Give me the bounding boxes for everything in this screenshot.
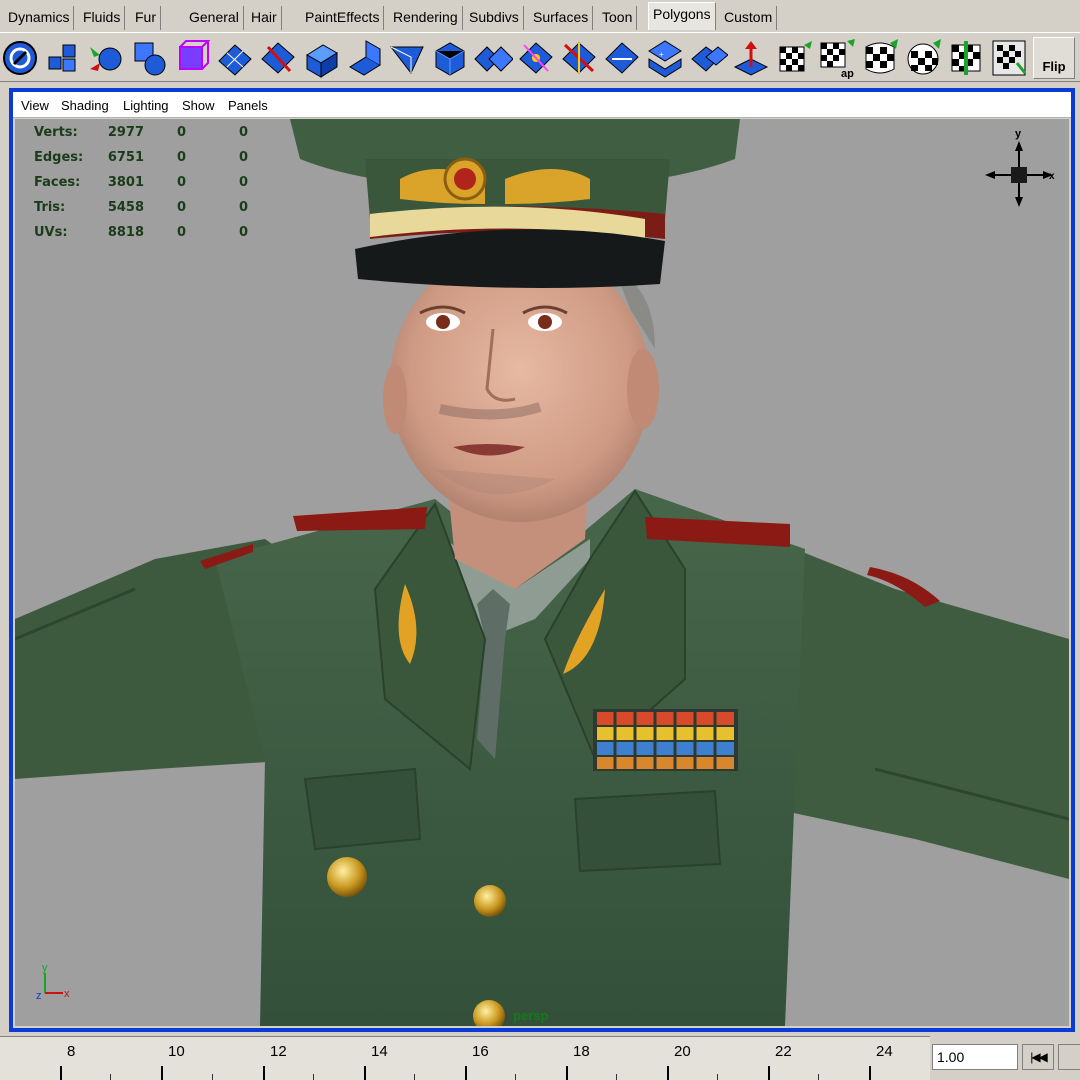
menu-panels[interactable]: Panels: [228, 98, 268, 113]
time-label: 12: [270, 1043, 287, 1060]
hud-uvs-extra: 0: [238, 225, 248, 240]
character-model-render: [15, 119, 1069, 1026]
poly-cube-sphere-icon[interactable]: [129, 37, 169, 79]
flip-button-label: Flip: [1042, 59, 1066, 74]
poly-sphere-arrow-icon[interactable]: [86, 37, 126, 79]
tab-general[interactable]: General: [185, 6, 244, 30]
poly-cut-faces-icon[interactable]: [559, 37, 599, 79]
camera-name-label: persp: [513, 1008, 549, 1023]
menu-show[interactable]: Show: [182, 98, 215, 113]
hud-verts-selected: 0: [176, 125, 186, 140]
svg-text:+: +: [659, 50, 664, 59]
hud-faces-selected: 0: [176, 175, 186, 190]
poly-smooth-icon[interactable]: +: [645, 37, 685, 79]
poly-extrude-icon[interactable]: [301, 37, 341, 79]
tab-polygons[interactable]: Polygons: [648, 2, 716, 30]
hud-faces-value: 3801: [107, 175, 144, 190]
select-tool-icon[interactable]: [0, 37, 40, 79]
uv-checker-arrow-icon[interactable]: [774, 37, 814, 79]
time-label: 16: [472, 1043, 489, 1060]
poly-wire-cube-icon[interactable]: [172, 37, 212, 79]
hud-edges-row: Edges: 6751 0 0: [34, 150, 274, 168]
tab-fur[interactable]: Fur: [131, 6, 161, 30]
shelf-tab-bar: Dynamics Fluids Fur General Hair PaintEf…: [0, 0, 1080, 32]
axis-x-label: x: [64, 988, 70, 1000]
menu-lighting[interactable]: Lighting: [123, 98, 169, 113]
hud-uvs-row: UVs: 8818 0 0: [34, 225, 274, 243]
axis-y-label: y: [42, 962, 48, 974]
hud-label-uvs: UVs:: [34, 225, 68, 240]
tab-toon[interactable]: Toon: [598, 6, 638, 30]
time-label: 10: [168, 1043, 185, 1060]
time-label: 24: [876, 1043, 893, 1060]
hud-tris-value: 5458: [107, 200, 144, 215]
hud-label-edges: Edges:: [34, 150, 84, 165]
time-label: 14: [371, 1043, 388, 1060]
hud-tris-selected: 0: [176, 200, 186, 215]
poly-extrude-edge-icon[interactable]: [344, 37, 384, 79]
poly-subdivide-icon[interactable]: [688, 37, 728, 79]
tab-subdivs[interactable]: Subdivs: [465, 6, 524, 30]
hud-edges-extra: 0: [238, 150, 248, 165]
hud-verts-value: 2977: [107, 125, 144, 140]
hud-uvs-selected: 0: [176, 225, 186, 240]
tool-shelf: + ap Flip: [0, 32, 1080, 82]
tab-custom[interactable]: Custom: [720, 6, 778, 30]
poly-collapse-icon[interactable]: [602, 37, 642, 79]
hud-faces-row: Faces: 3801 0 0: [34, 175, 274, 193]
poly-wedge-icon[interactable]: [387, 37, 427, 79]
poly-bevel-icon[interactable]: [430, 37, 470, 79]
hud-verts-extra: 0: [238, 125, 248, 140]
tab-fluids[interactable]: Fluids: [79, 6, 126, 30]
compass-y-label: y: [1015, 128, 1022, 140]
poly-cube-stack-icon[interactable]: [43, 37, 83, 79]
uv-spherical-icon[interactable]: [903, 37, 943, 79]
tab-surfaces[interactable]: Surfaces: [529, 6, 594, 30]
poly-arrow-up-icon[interactable]: [731, 37, 771, 79]
axis-gizmo-icon: y z x: [36, 962, 70, 1002]
poly-merge-icon[interactable]: [473, 37, 513, 79]
menu-view[interactable]: View: [21, 98, 49, 113]
current-time-field[interactable]: 1.00: [932, 1044, 1018, 1070]
hud-edges-value: 6751: [107, 150, 144, 165]
menu-shading[interactable]: Shading: [61, 98, 109, 113]
poly-wedge-face-icon[interactable]: [516, 37, 556, 79]
step-back-button[interactable]: |◀◀: [1022, 1044, 1054, 1070]
step-back-frame-button[interactable]: [1058, 1044, 1080, 1070]
hud-label-tris: Tris:: [34, 200, 66, 215]
hud-tris-extra: 0: [238, 200, 248, 215]
uv-automatic-icon[interactable]: [946, 37, 986, 79]
tab-rendering[interactable]: Rendering: [389, 6, 463, 30]
uv-map-label: ap: [841, 68, 854, 79]
hud-label-faces: Faces:: [34, 175, 81, 190]
poly-split-icon[interactable]: [258, 37, 298, 79]
time-label: 8: [67, 1043, 76, 1060]
hud-faces-extra: 0: [238, 175, 248, 190]
panel-menu-bar: View Shading Lighting Show Panels: [13, 92, 1071, 118]
hud-edges-selected: 0: [176, 150, 186, 165]
tab-dynamics[interactable]: Dynamics: [4, 6, 75, 30]
time-label: 18: [573, 1043, 590, 1060]
time-label: 22: [775, 1043, 792, 1060]
poly-plane-icon[interactable]: [215, 37, 255, 79]
axis-z-label: z: [36, 990, 42, 1002]
hud-label-verts: Verts:: [34, 125, 78, 140]
hud-verts-row: Verts: 2977 0 0: [34, 125, 274, 143]
uv-map-icon[interactable]: ap: [817, 37, 857, 79]
view-compass-icon[interactable]: y x: [981, 125, 1061, 215]
time-slider[interactable]: 8 10 12 14 16 18 20 22 24: [0, 1036, 930, 1080]
tab-hair[interactable]: Hair: [247, 6, 282, 30]
viewport-panel: View Shading Lighting Show Panels Verts:…: [9, 88, 1075, 1032]
hud-uvs-value: 8818: [107, 225, 144, 240]
time-label: 20: [674, 1043, 691, 1060]
uv-texture-editor-icon[interactable]: [989, 37, 1029, 79]
compass-x-label: x: [1049, 171, 1055, 182]
uv-cylindrical-icon[interactable]: [860, 37, 900, 79]
flip-button[interactable]: Flip: [1033, 37, 1075, 79]
hud-tris-row: Tris: 5458 0 0: [34, 200, 274, 218]
perspective-viewport[interactable]: Verts: 2977 0 0 Edges: 6751 0 0 Faces: 3…: [15, 119, 1069, 1026]
tab-painteffects[interactable]: PaintEffects: [301, 6, 385, 30]
